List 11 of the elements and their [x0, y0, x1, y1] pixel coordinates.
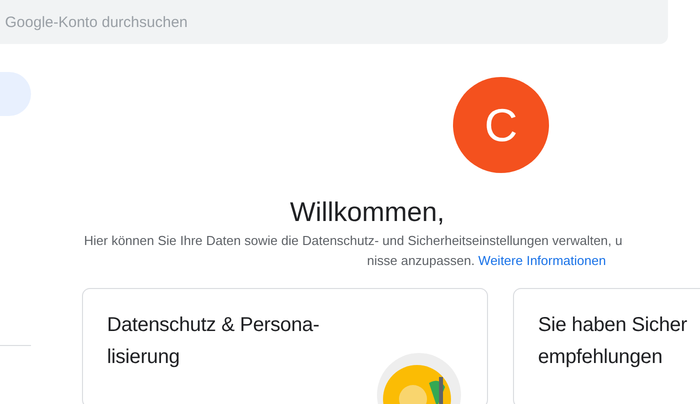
card-title: Sie haben Sicher: [538, 313, 688, 338]
description-text: nisse anzupassen. Weitere Informationen: [367, 253, 606, 269]
more-info-link[interactable]: Weitere Informationen: [478, 253, 606, 268]
card-title: lisierung: [107, 345, 181, 370]
search-field[interactable]: Google-Konto durchsuchen: [0, 0, 668, 44]
card-title: empfehlungen: [538, 345, 664, 370]
description-text: Hier können Sie Ihre Daten sowie die Datenschutz- und Sicherheitseinstellungen verwalten, u: [84, 233, 622, 249]
card-title: Datenschutz & Persona-: [107, 313, 320, 338]
card[interactable]: Sie haben Sicher empfehlungen: [513, 288, 700, 404]
card[interactable]: Datenschutz & Persona- lisierung: [82, 288, 488, 404]
welcome-title: Willkommen,: [290, 196, 445, 229]
